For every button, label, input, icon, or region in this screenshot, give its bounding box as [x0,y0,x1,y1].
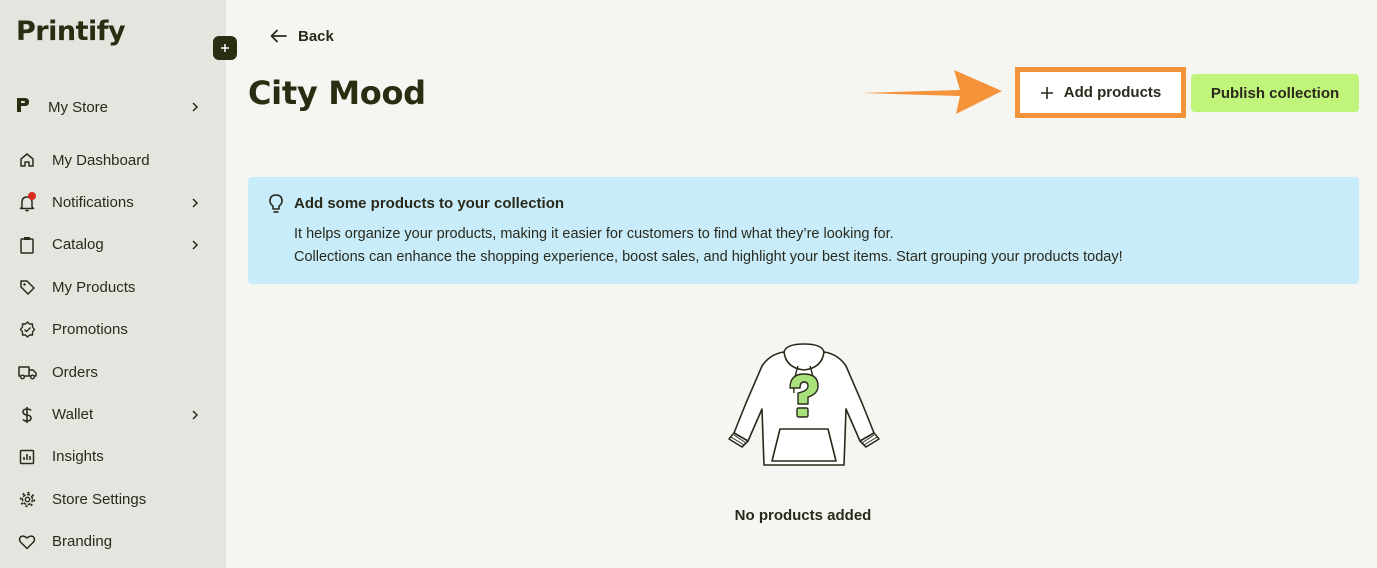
chevron-right-icon [192,198,199,208]
truck-icon [16,361,38,383]
arrow-left-icon [270,29,287,43]
my-store-label: My Store [48,98,109,116]
sidebar-item-notifications[interactable]: Notifications [16,181,206,223]
sidebar-collapse-button[interactable] [213,36,237,60]
sidebar-item-wallet[interactable]: Wallet [16,393,206,435]
chevron-right-icon [192,410,199,420]
clipboard-icon [16,234,38,256]
gear-icon [16,488,38,510]
home-icon [16,149,38,171]
back-button[interactable]: Back [270,24,334,48]
sidebar-item-label: My Dashboard [52,151,150,169]
my-store-selector[interactable]: My Store [16,93,206,121]
sidebar-item-catalog[interactable]: Catalog [16,224,206,266]
heart-icon [16,531,38,553]
tag-icon [16,276,38,298]
bell-icon [16,191,38,214]
main-content: Back City Mood Add products Publish coll… [226,0,1377,568]
store-logo-icon [16,97,36,118]
chevron-right-icon [192,240,199,250]
sidebar-item-store-settings[interactable]: Store Settings [16,478,206,520]
dollar-icon [16,404,38,426]
sidebar-item-label: Catalog [52,236,104,254]
info-title: Add some products to your collection [294,195,565,212]
sidebar-item-promotions[interactable]: Promotions [16,309,206,351]
page-title: City Mood [248,74,426,112]
hoodie-question-illustration [728,343,880,466]
sidebar-item-label: Store Settings [52,490,147,508]
sidebar-item-label: Insights [52,448,104,466]
sidebar-item-orders[interactable]: Orders [16,351,206,393]
add-products-button[interactable]: Add products [1020,72,1181,113]
empty-state-text: No products added [734,507,872,524]
sidebar-item-branding[interactable]: Branding [16,521,206,563]
sidebar-item-label: My Products [52,278,136,296]
publish-collection-button[interactable]: Publish collection [1191,74,1359,112]
info-banner: Add some products to your collection It … [248,177,1359,284]
sidebar-nav: My Dashboard Notifications Catalog My Pr… [16,139,206,563]
plus-icon [1040,86,1053,99]
sidebar-item-label: Orders [52,363,98,381]
sidebar-item-my-products[interactable]: My Products [16,266,206,308]
sidebar-item-label: Promotions [52,321,128,339]
sidebar: Printify My Store My Dashboard Notificat… [0,0,226,568]
sidebar-item-label: Notifications [52,194,134,212]
back-label: Back [298,27,334,45]
sidebar-item-label: Wallet [52,406,94,424]
add-products-label: Add products [1063,84,1162,101]
annotation-arrow-icon [862,70,1002,114]
sidebar-item-insights[interactable]: Insights [16,436,206,478]
chevron-right-icon [192,102,199,112]
printify-logo[interactable]: Printify [16,16,126,47]
add-products-highlight: Add products [1015,67,1186,118]
lightbulb-icon [269,194,283,213]
sidebar-item-my-dashboard[interactable]: My Dashboard [16,139,206,181]
info-text: It helps organize your products, making … [294,226,894,242]
info-text: Collections can enhance the shopping exp… [294,249,1123,265]
sidebar-item-label: Branding [52,533,113,551]
badge-check-icon [16,319,38,341]
notification-badge [28,191,36,200]
chart-icon [16,446,38,468]
collapse-icon [221,44,229,52]
